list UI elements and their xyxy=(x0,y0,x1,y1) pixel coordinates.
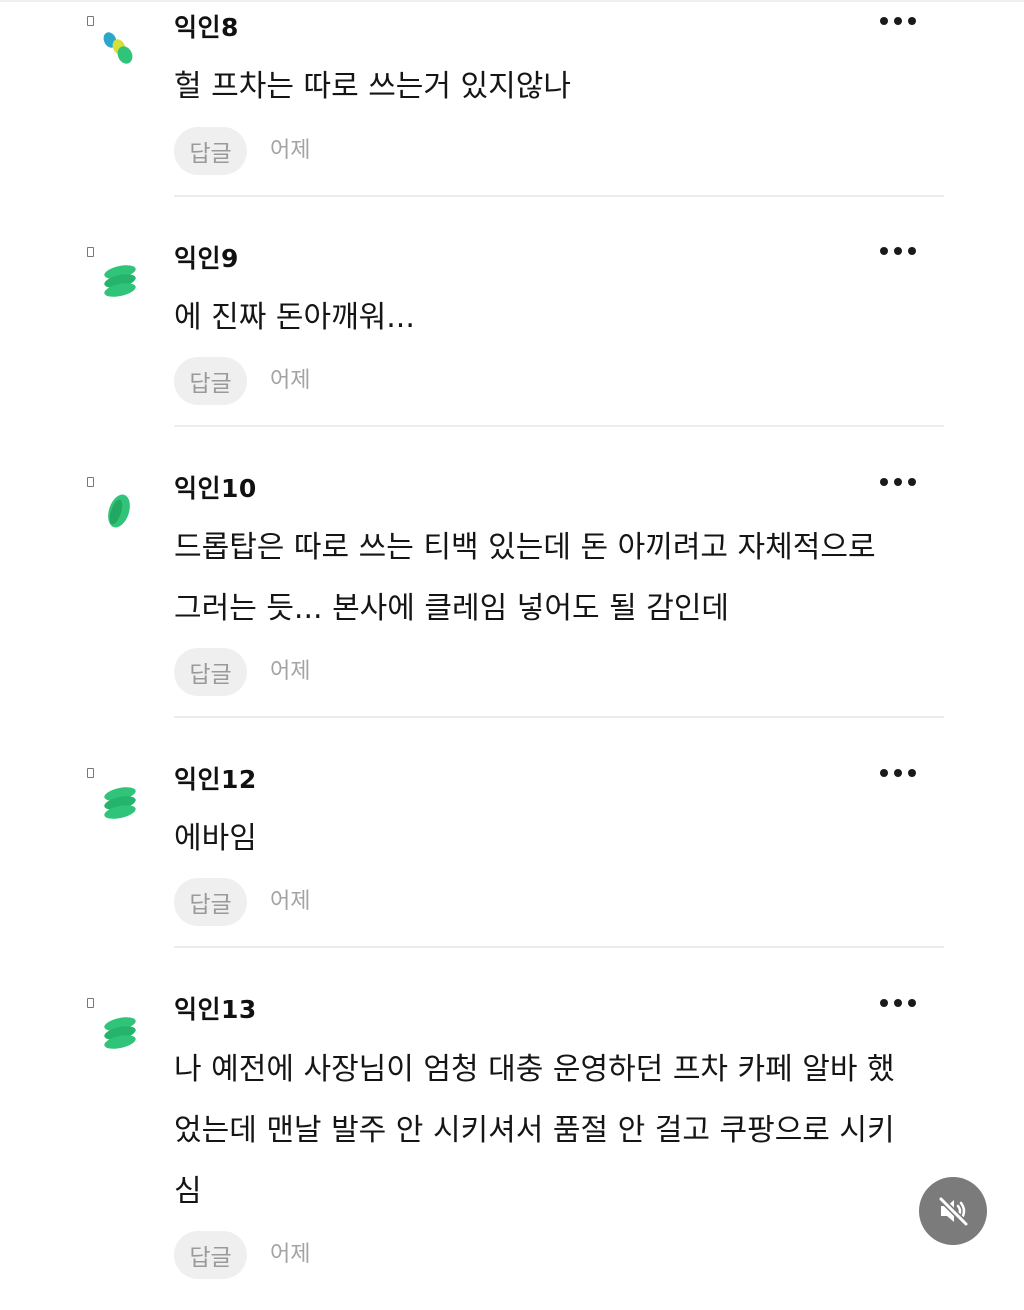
comment-marker-icon xyxy=(87,768,94,778)
more-dots-icon[interactable] xyxy=(880,476,916,488)
reply-button[interactable]: 답글 xyxy=(174,1231,247,1279)
reply-button[interactable]: 답글 xyxy=(174,878,247,926)
comment-author[interactable]: 익인12 xyxy=(174,764,257,796)
comment-marker-icon xyxy=(87,477,94,487)
comment-text: 헐 프차는 따로 쓰는거 있지않나 xyxy=(174,69,571,104)
comment-author[interactable]: 익인8 xyxy=(174,12,239,44)
comment-author[interactable]: 익인9 xyxy=(174,243,239,275)
comment-divider xyxy=(174,716,944,718)
comment-marker-icon xyxy=(87,998,94,1008)
comment-divider xyxy=(174,425,944,427)
comment-time: 어제 xyxy=(270,138,311,163)
comment-marker-icon xyxy=(87,16,94,26)
comment-text: 드롭탑은 따로 쓰는 티백 있는데 돈 아끼려고 자체적으로 그러는 듯... … xyxy=(174,530,876,626)
more-dots-icon[interactable] xyxy=(880,767,916,779)
comment-text: 에 진짜 돈아깨워... xyxy=(174,300,415,335)
comment-time: 어제 xyxy=(270,1242,311,1267)
comment-time: 어제 xyxy=(270,889,311,914)
top-divider xyxy=(0,0,1024,2)
reply-button[interactable]: 답글 xyxy=(174,648,247,696)
more-dots-icon[interactable] xyxy=(880,997,916,1009)
comment-author[interactable]: 익인10 xyxy=(174,473,257,505)
comment-time: 어제 xyxy=(270,659,311,684)
comment-text: 에바임 xyxy=(174,821,257,856)
comment-divider xyxy=(174,946,944,948)
green-stack-icon xyxy=(104,265,136,297)
comment-time: 어제 xyxy=(270,368,311,393)
comment-text: 나 예전에 사장님이 엄청 대충 운영하던 프차 카페 알바 했 었는데 맨날 … xyxy=(174,1052,895,1209)
comment-marker-icon xyxy=(87,247,94,257)
green-stack-icon xyxy=(104,1017,136,1049)
mute-button[interactable] xyxy=(919,1177,987,1245)
comment-divider xyxy=(174,195,944,197)
reply-button[interactable]: 답글 xyxy=(174,127,247,175)
green-leaf-icon xyxy=(108,494,130,528)
more-dots-icon[interactable] xyxy=(880,15,916,27)
teal-yellow-green-blob-icon xyxy=(103,32,133,64)
reply-button[interactable]: 답글 xyxy=(174,357,247,405)
comment-author[interactable]: 익인13 xyxy=(174,994,257,1026)
green-stack-icon xyxy=(104,787,136,819)
speaker-muted-icon xyxy=(938,1196,969,1227)
more-dots-icon[interactable] xyxy=(880,245,916,257)
